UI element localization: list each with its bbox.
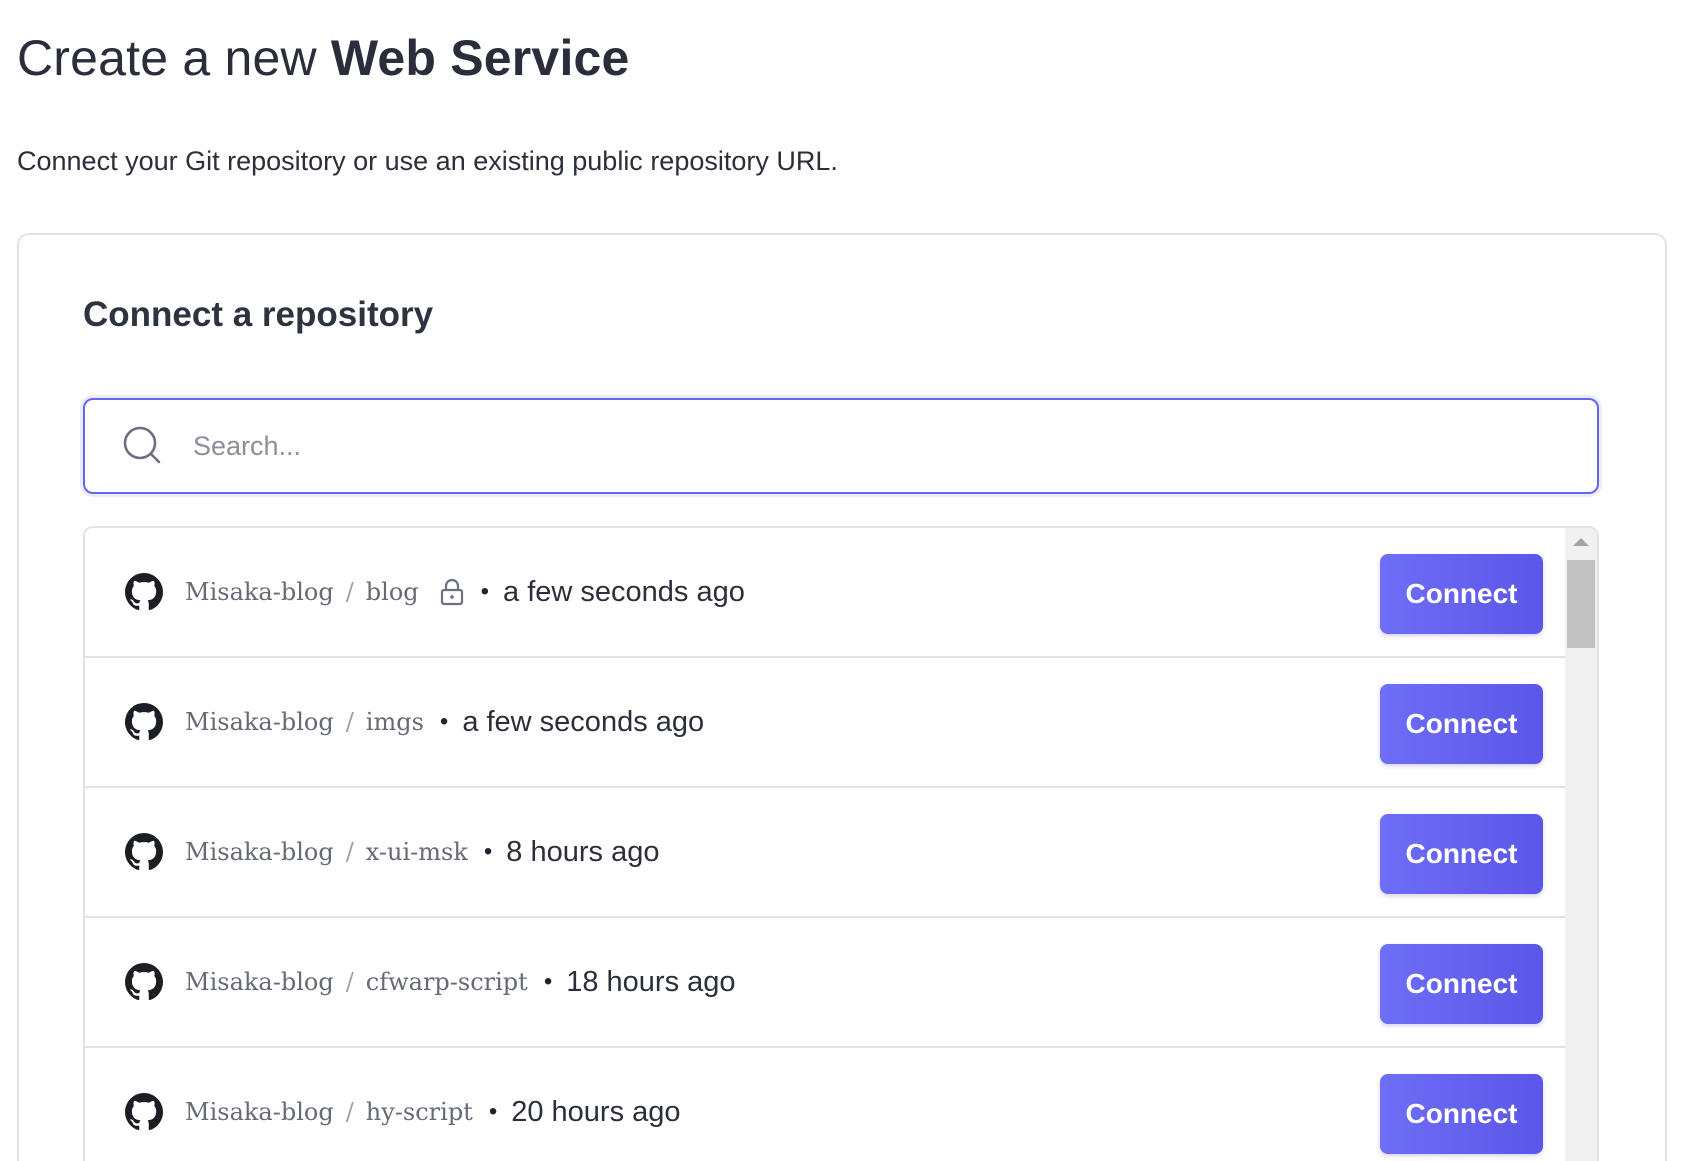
repo-name: hy-script [365, 1098, 473, 1126]
github-icon [125, 703, 163, 741]
connect-button-0[interactable]: Connect [1380, 554, 1543, 634]
connect-button-2[interactable]: Connect [1380, 814, 1543, 894]
connect-button-3[interactable]: Connect [1380, 944, 1543, 1024]
github-icon [125, 963, 163, 1001]
card-title: Connect a repository [83, 295, 434, 334]
scroll-thumb[interactable] [1567, 560, 1595, 648]
page-title: Create a new Web Service [17, 0, 1672, 88]
connect-repository-card: Connect a repository Misaka-blog / blog … [17, 233, 1667, 1161]
repo-updated-time: 18 hours ago [566, 965, 736, 998]
repository-list[interactable]: Misaka-blog / blog • a few seconds ago C… [83, 526, 1599, 1161]
repo-separator: / [345, 708, 354, 736]
repo-owner: Misaka-blog [185, 968, 334, 996]
search-icon [123, 426, 161, 464]
repo-owner: Misaka-blog [185, 578, 334, 606]
repo-name: blog [365, 578, 419, 606]
page-title-strong: Web Service [330, 30, 630, 86]
repo-separator: / [345, 838, 354, 866]
repo-separator: / [345, 1098, 354, 1126]
search-input[interactable] [191, 415, 1597, 477]
repository-row: Misaka-blog / blog • a few seconds ago C… [85, 528, 1567, 658]
repo-updated-time: 8 hours ago [506, 835, 660, 868]
repo-name: x-ui-msk [365, 838, 468, 866]
repo-owner: Misaka-blog [185, 708, 334, 736]
github-icon [125, 833, 163, 871]
repository-list-scrollbar[interactable] [1565, 528, 1597, 1161]
separator-dot: • [488, 1098, 498, 1125]
page-title-prefix: Create a new [17, 30, 331, 86]
separator-dot: • [439, 708, 449, 735]
lock-icon [440, 578, 463, 606]
repo-owner: Misaka-blog [185, 1098, 334, 1126]
create-web-service-page: Create a new Web Service Connect your Gi… [0, 0, 1689, 1161]
separator-dot: • [543, 968, 553, 995]
github-icon [125, 573, 163, 611]
repo-updated-time: a few seconds ago [462, 705, 705, 738]
repository-row: Misaka-blog / x-ui-msk • 8 hours ago Con… [85, 788, 1567, 918]
repo-name: cfwarp-script [365, 968, 528, 996]
repo-name: imgs [365, 708, 424, 736]
repo-separator: / [345, 968, 354, 996]
scroll-up-arrow[interactable] [1573, 538, 1589, 546]
repository-row: Misaka-blog / cfwarp-script • 18 hours a… [85, 918, 1567, 1048]
search-box[interactable] [83, 398, 1599, 494]
separator-dot: • [480, 578, 490, 605]
repository-row: Misaka-blog / hy-script • 20 hours ago C… [85, 1048, 1567, 1161]
repository-rows: Misaka-blog / blog • a few seconds ago C… [85, 528, 1567, 1161]
repo-updated-time: a few seconds ago [503, 575, 745, 608]
connect-button-1[interactable]: Connect [1380, 684, 1543, 764]
github-icon [125, 1093, 163, 1131]
connect-button-4[interactable]: Connect [1380, 1074, 1543, 1154]
page-subtitle: Connect your Git repository or use an ex… [17, 146, 838, 176]
repository-row: Misaka-blog / imgs • a few seconds ago C… [85, 658, 1567, 788]
separator-dot: • [483, 838, 493, 865]
repo-owner: Misaka-blog [185, 838, 334, 866]
repo-separator: / [345, 578, 354, 606]
repo-updated-time: 20 hours ago [511, 1095, 681, 1128]
